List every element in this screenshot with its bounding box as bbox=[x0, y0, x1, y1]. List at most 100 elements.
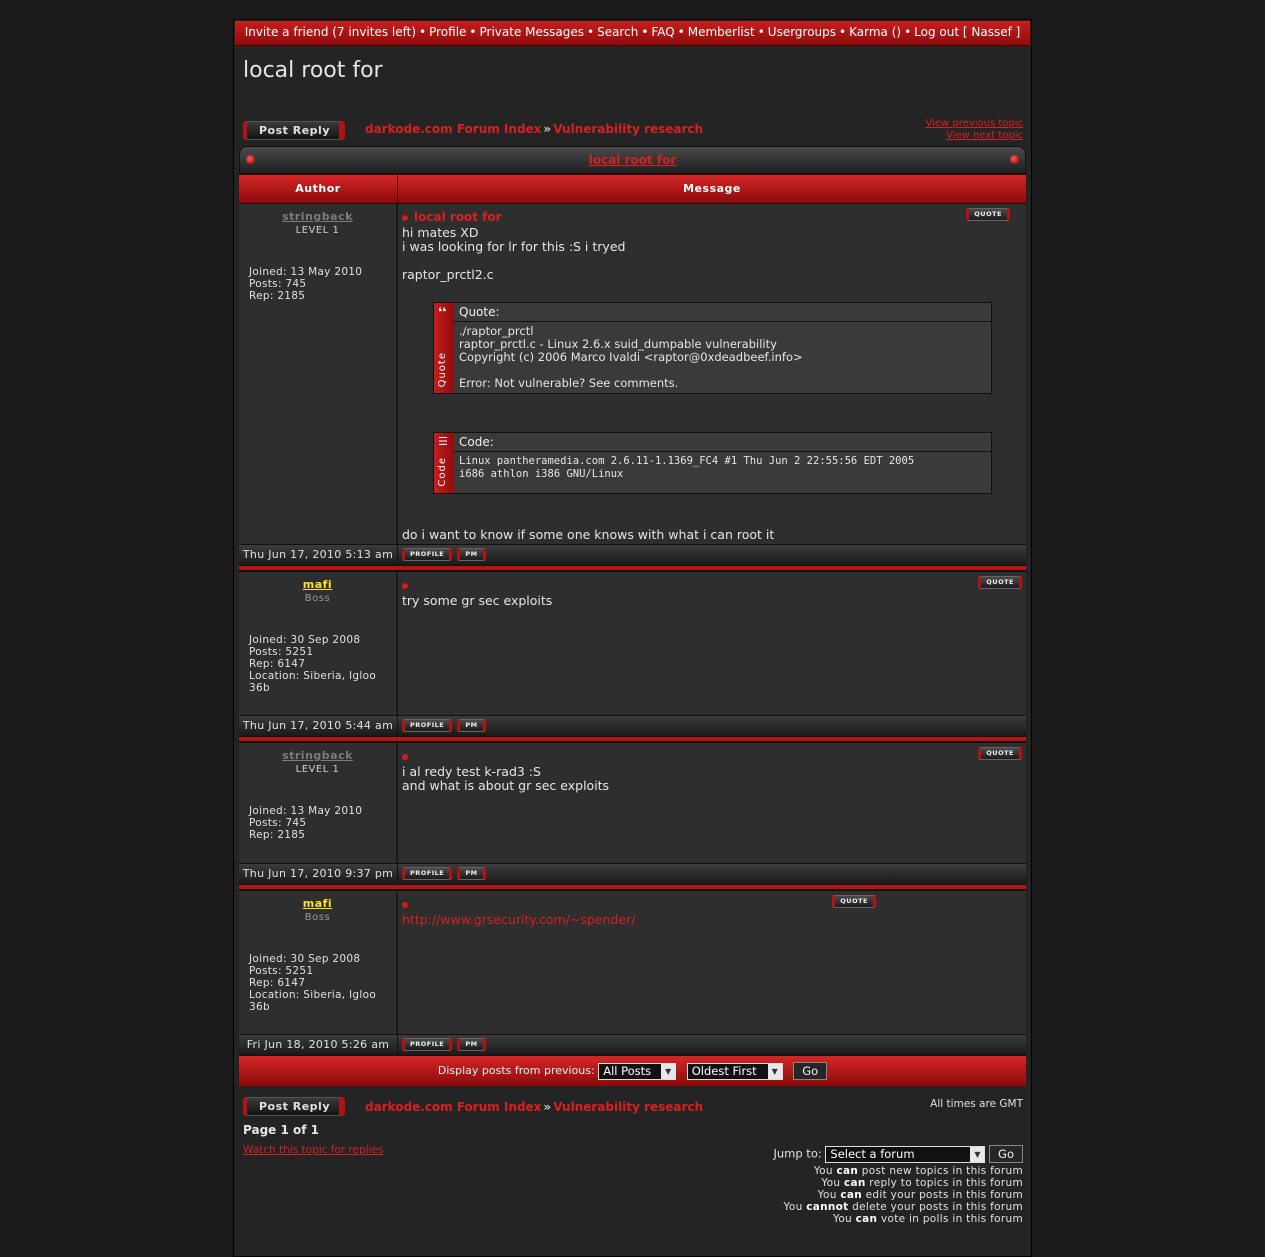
author-joined: Joined: 13 May 2010 bbox=[249, 805, 363, 817]
display-go-button[interactable]: Go bbox=[793, 1062, 828, 1080]
view-previous-topic-link[interactable]: View previous topic bbox=[925, 118, 1023, 130]
post-date: Thu Jun 17, 2010 5:13 am bbox=[239, 545, 398, 565]
page-number: Page 1 of 1 bbox=[243, 1123, 319, 1137]
breadcrumb-forum[interactable]: Vulnerability research bbox=[553, 1100, 703, 1114]
nav-separator: • bbox=[904, 25, 912, 39]
author-stats: Joined: 13 May 2010 Posts: 745 Rep: 2185 bbox=[249, 805, 396, 841]
post-line: try some gr sec exploits bbox=[402, 593, 553, 608]
post-date: Fri Jun 18, 2010 5:26 am bbox=[239, 1035, 398, 1055]
list-icon: ☰ bbox=[438, 435, 448, 448]
author-name[interactable]: stringback bbox=[239, 210, 396, 223]
post-author-cell: stringback LEVEL 1 Joined: 13 May 2010 P… bbox=[239, 743, 398, 863]
profile-button[interactable]: PROFILE bbox=[402, 548, 453, 561]
nav-faq[interactable]: FAQ bbox=[651, 25, 674, 39]
nav-separator: • bbox=[757, 25, 765, 39]
timezone-note: All times are GMT bbox=[930, 1098, 1023, 1110]
chevron-down-icon: ▼ bbox=[767, 1063, 782, 1079]
post-reply-button[interactable]: Post Reply bbox=[243, 121, 345, 140]
code-sidebar: ☰ Code bbox=[434, 433, 454, 493]
posts-period-select[interactable]: All Posts ▼ bbox=[598, 1062, 677, 1080]
profile-button[interactable]: PROFILE bbox=[402, 719, 453, 732]
nav-usergroups[interactable]: Usergroups bbox=[768, 25, 836, 39]
nav-logout[interactable]: Log out [ Nassef ] bbox=[914, 25, 1020, 39]
author-name[interactable]: stringback bbox=[239, 749, 396, 762]
jump-to-select[interactable]: Select a forum ▼ bbox=[825, 1145, 986, 1163]
quote-button[interactable]: QUOTE bbox=[978, 747, 1022, 760]
post-line: hi mates XD bbox=[402, 225, 479, 240]
code-line: i686 athlon i386 GNU/Linux bbox=[459, 468, 624, 480]
author-rep: Rep: 6147 bbox=[249, 658, 306, 670]
page-wrapper: Invite a friend (7 invites left) • Profile… bbox=[233, 19, 1032, 1257]
nav-karma[interactable]: Karma () bbox=[849, 25, 901, 39]
topic-navigation: View previous topic View next topic bbox=[925, 118, 1023, 142]
post-row: stringback LEVEL 1 Joined: 13 May 2010 P… bbox=[239, 742, 1026, 863]
pm-button[interactable]: PM bbox=[457, 719, 486, 732]
author-name[interactable]: mafi bbox=[239, 897, 396, 910]
post-body: i al redy test k-rad3 :S and what is abo… bbox=[402, 765, 1022, 793]
view-next-topic-link[interactable]: View next topic bbox=[925, 130, 1023, 142]
top-navigation: Invite a friend (7 invites left) • Profile… bbox=[235, 21, 1030, 46]
author-name[interactable]: mafi bbox=[239, 578, 396, 591]
post-row: stringback LEVEL 1 Joined: 13 May 2010 P… bbox=[239, 203, 1026, 544]
code-line: Linux pantheramedia.com 2.6.11-1.1369_FC… bbox=[459, 455, 915, 467]
caption-dot-icon bbox=[246, 155, 255, 164]
post-subject bbox=[402, 749, 1022, 763]
watch-topic-link[interactable]: Watch this topic for replies bbox=[243, 1144, 384, 1156]
nav-separator: • bbox=[419, 25, 427, 39]
page-title: local root for bbox=[243, 58, 383, 83]
quote-button[interactable]: QUOTE bbox=[966, 208, 1010, 221]
nav-separator: • bbox=[839, 25, 847, 39]
permission-line: You can vote in polls in this forum bbox=[833, 1213, 1023, 1225]
post-footer: Thu Jun 17, 2010 9:37 pm PROFILE PM bbox=[239, 863, 1026, 884]
nav-memberlist[interactable]: Memberlist bbox=[688, 25, 755, 39]
post-reply-button[interactable]: Post Reply bbox=[243, 1097, 345, 1116]
code-header: Code: bbox=[454, 433, 991, 452]
post-row: mafi Boss Joined: 30 Sep 2008 Posts: 525… bbox=[239, 890, 1026, 1034]
jump-go-button[interactable]: Go bbox=[989, 1145, 1023, 1163]
jump-to-label: Jump to: bbox=[773, 1146, 822, 1161]
post-date: Thu Jun 17, 2010 5:44 am bbox=[239, 716, 398, 736]
post-bullet-icon bbox=[402, 901, 408, 908]
quote-button[interactable]: QUOTE bbox=[978, 576, 1022, 589]
author-rep: Rep: 6147 bbox=[249, 977, 306, 989]
breadcrumb-arrow: » bbox=[543, 1100, 552, 1114]
post-url-link[interactable]: http://www.grsecurity.com/~spender/ bbox=[402, 913, 1022, 927]
profile-button[interactable]: PROFILE bbox=[402, 867, 453, 880]
posts-table: local root for Author Message stringback… bbox=[239, 146, 1026, 1086]
pm-button[interactable]: PM bbox=[457, 1038, 486, 1051]
pm-button[interactable]: PM bbox=[457, 548, 486, 561]
quote-box: ❛❛ Quote Quote: ./raptor_prctl raptor_pr… bbox=[433, 302, 992, 394]
code-side-label: Code bbox=[437, 457, 448, 487]
breadcrumb-forum-index[interactable]: darkode.com Forum Index bbox=[365, 122, 541, 136]
sort-order-select[interactable]: Oldest First ▼ bbox=[686, 1062, 783, 1080]
breadcrumb-arrow: » bbox=[543, 122, 552, 136]
quote-line: Error: Not vulnerable? See comments. bbox=[459, 376, 679, 390]
breadcrumb-forum[interactable]: Vulnerability research bbox=[553, 122, 703, 136]
author-column-header: Author bbox=[295, 182, 341, 195]
author-rank: Boss bbox=[304, 912, 331, 923]
permission-line: You can reply to topics in this forum bbox=[821, 1177, 1023, 1189]
pm-button[interactable]: PM bbox=[457, 867, 486, 880]
post-line: raptor_prctl2.c bbox=[402, 267, 494, 282]
topic-caption-bar: local root for bbox=[239, 146, 1026, 174]
forum-permissions: You can post new topics in this forum Yo… bbox=[784, 1165, 1023, 1225]
chevron-down-icon: ▼ bbox=[970, 1146, 985, 1162]
permission-line: You cannot delete your posts in this for… bbox=[783, 1201, 1023, 1213]
display-posts-label: Display posts from previous: bbox=[437, 1064, 595, 1077]
profile-button[interactable]: PROFILE bbox=[402, 1038, 453, 1051]
topic-title-link[interactable]: local root for bbox=[589, 153, 677, 167]
nav-separator: • bbox=[587, 25, 595, 39]
quote-button[interactable]: QUOTE bbox=[832, 895, 876, 908]
nav-profile[interactable]: Profile bbox=[429, 25, 466, 39]
post-bullet-icon bbox=[402, 214, 408, 221]
post-body: try some gr sec exploits bbox=[402, 594, 1022, 608]
author-rank: Boss bbox=[304, 593, 331, 604]
nav-invite[interactable]: Invite a friend (7 invites left) bbox=[245, 25, 416, 39]
post-footer: Fri Jun 18, 2010 5:26 am PROFILE PM bbox=[239, 1034, 1026, 1055]
author-stats: Joined: 13 May 2010 Posts: 745 Rep: 2185 bbox=[249, 266, 396, 302]
author-stats: Joined: 30 Sep 2008 Posts: 5251 Rep: 614… bbox=[249, 953, 396, 1013]
breadcrumb-forum-index[interactable]: darkode.com Forum Index bbox=[365, 1100, 541, 1114]
author-location: Location: Siberia, Igloo 36b bbox=[249, 670, 377, 694]
nav-private-messages[interactable]: Private Messages bbox=[480, 25, 585, 39]
nav-search[interactable]: Search bbox=[597, 25, 638, 39]
